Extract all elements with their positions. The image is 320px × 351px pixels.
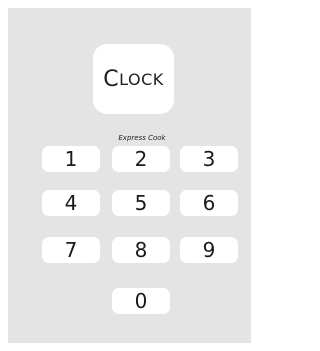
clock-button-label-rest: LOCK [119, 69, 164, 89]
key-0[interactable]: 0 [112, 288, 170, 314]
key-7[interactable]: 7 [42, 237, 100, 263]
express-cook-label: Express Cook [118, 134, 166, 142]
key-5[interactable]: 5 [112, 190, 170, 216]
key-3[interactable]: 3 [180, 146, 238, 172]
key-2[interactable]: 2 [112, 146, 170, 172]
key-8[interactable]: 8 [112, 237, 170, 263]
key-4[interactable]: 4 [42, 190, 100, 216]
clock-button[interactable]: C LOCK [93, 44, 174, 114]
key-9[interactable]: 9 [180, 237, 238, 263]
key-1[interactable]: 1 [42, 146, 100, 172]
control-panel: C LOCK Express Cook 1 2 3 4 5 6 7 8 9 0 [8, 8, 251, 343]
clock-button-label-first: C [103, 66, 120, 92]
key-6[interactable]: 6 [180, 190, 238, 216]
